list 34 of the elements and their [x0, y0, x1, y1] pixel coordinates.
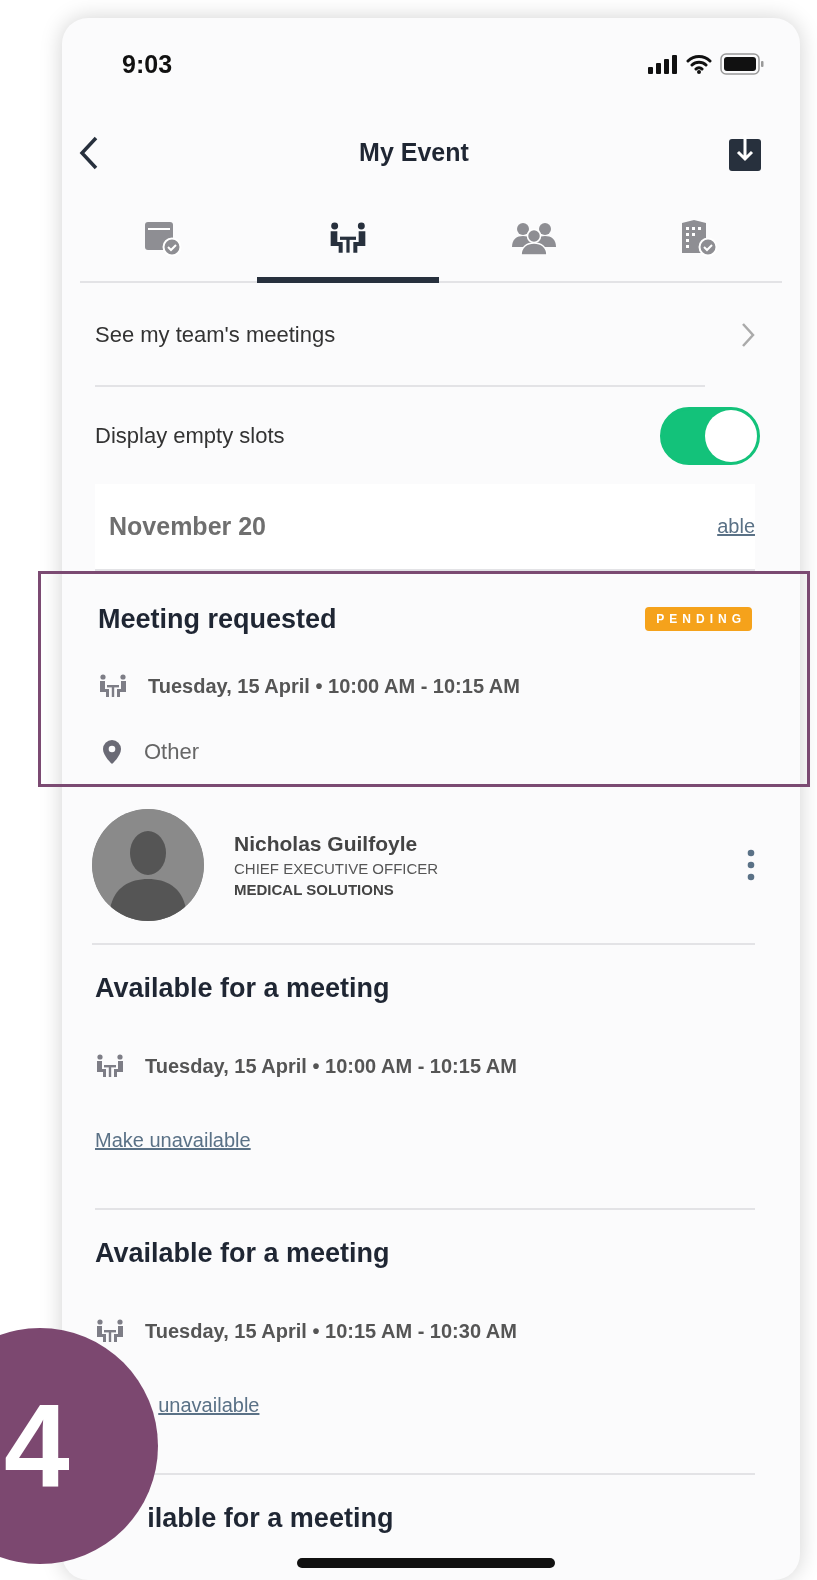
chevron-right-icon	[741, 322, 755, 348]
more-options-icon[interactable]	[747, 849, 755, 881]
date-heading: November 20	[109, 512, 267, 541]
back-icon[interactable]	[78, 134, 100, 171]
building-check-icon	[680, 219, 719, 257]
slot-title: Available for a meeting	[95, 973, 390, 1004]
slot-title: Available for a meeting	[95, 1238, 390, 1269]
status-badge: PENDING	[645, 607, 752, 631]
slot-time: Tuesday, 15 April • 10:00 AM - 10:15 AM	[145, 1054, 517, 1078]
make-unavailable-link[interactable]: Make unavailable	[95, 1128, 251, 1152]
contact-name: Nicholas Guilfoyle	[234, 832, 419, 856]
make-unavailable-link[interactable]: unavailable	[158, 1393, 260, 1417]
team-meetings-link[interactable]: See my team's meetings	[95, 322, 336, 348]
location-pin-icon	[102, 739, 122, 765]
toggle-label: Display empty slots	[95, 422, 285, 449]
slot-title: ilable for a meeting	[147, 1503, 394, 1534]
contact-role: CHIEF EXECUTIVE OFFICER	[234, 860, 440, 877]
make-unavailable-link[interactable]: able	[717, 515, 755, 538]
meeting-icon	[95, 1319, 125, 1343]
status-time: 9:03	[122, 49, 173, 79]
battery-icon	[720, 53, 764, 75]
signal-icon	[648, 54, 678, 74]
meeting-time: Tuesday, 15 April • 10:00 AM - 10:15 AM	[148, 674, 520, 698]
slot-time: Tuesday, 15 April • 10:15 AM - 10:30 AM	[145, 1319, 517, 1343]
people-icon	[511, 221, 557, 255]
meeting-location: Other	[144, 739, 200, 765]
calendar-check-icon	[143, 220, 182, 256]
wifi-icon	[686, 54, 712, 74]
toggle-switch[interactable]	[660, 406, 760, 465]
card-title: Meeting requested	[98, 603, 337, 635]
meeting-icon	[98, 674, 128, 698]
meeting-icon	[95, 1054, 125, 1078]
screen-title: My Event	[359, 138, 469, 167]
contact-company: MEDICAL SOLUTIONS	[234, 881, 395, 898]
